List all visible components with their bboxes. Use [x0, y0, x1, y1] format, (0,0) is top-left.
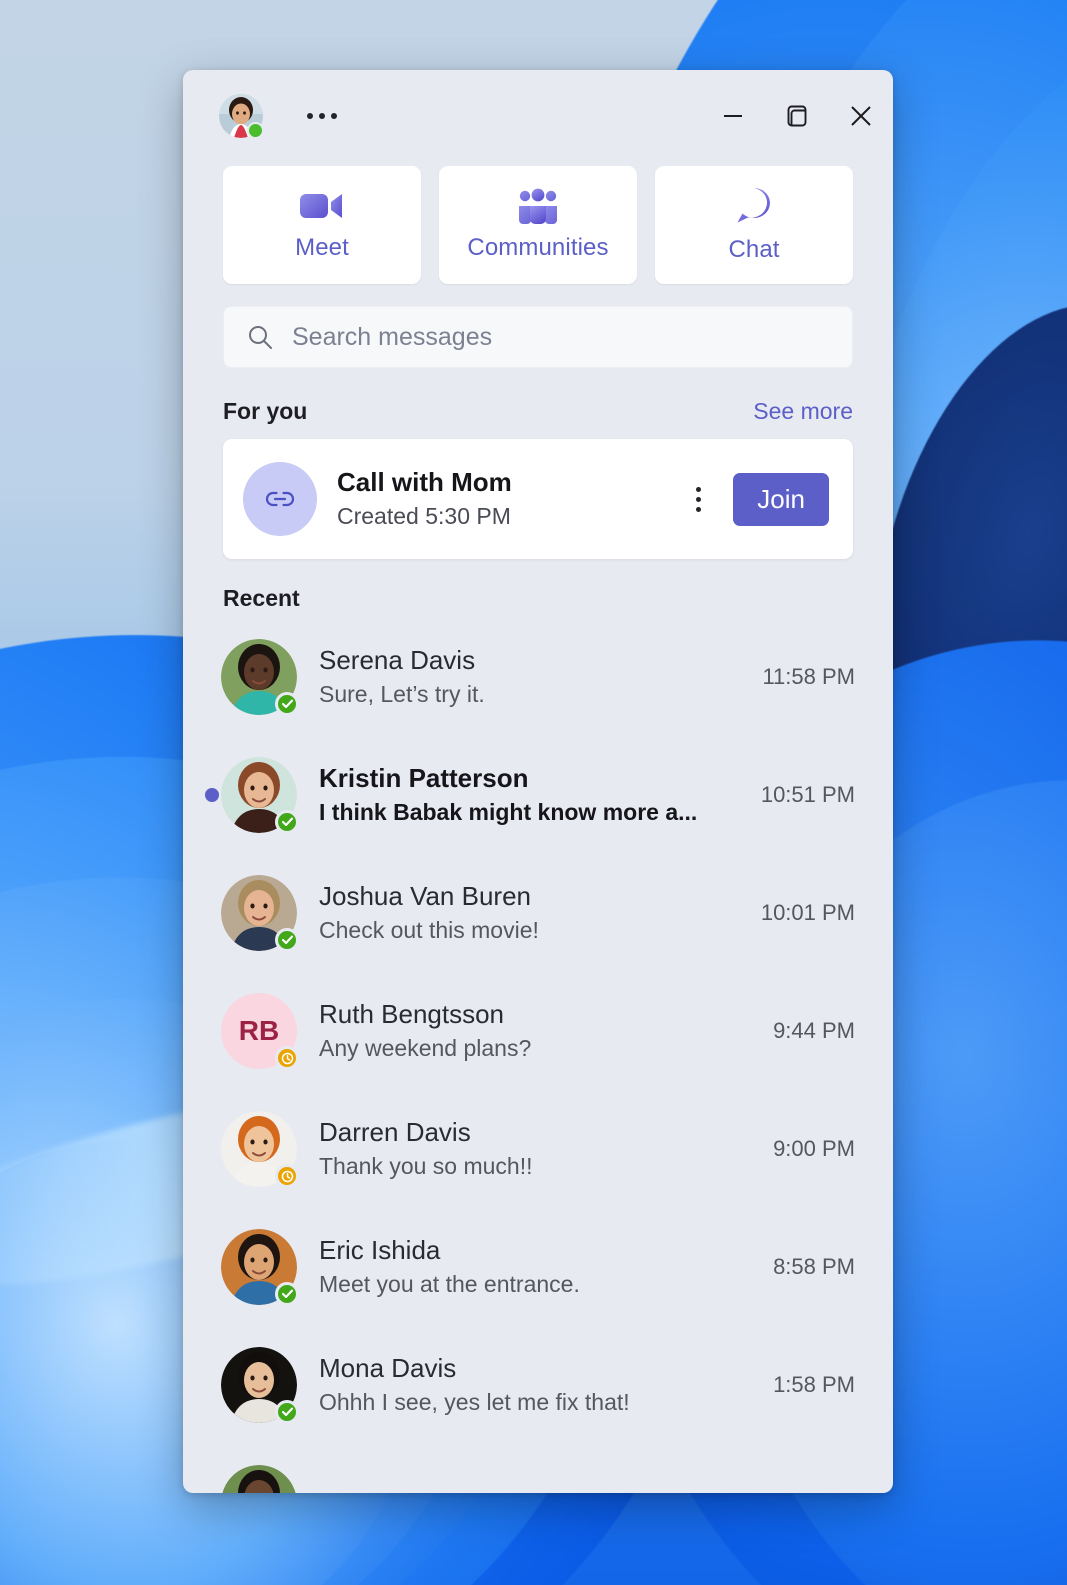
presence-badge-available [247, 122, 264, 139]
see-more-link[interactable]: See more [753, 398, 853, 425]
search-icon [246, 323, 274, 351]
chat-list-item[interactable]: Kristin Patterson I think Babak might kn… [203, 736, 873, 854]
avatar [221, 1347, 299, 1424]
meeting-text-block: Call with Mom Created 5:30 PM [337, 466, 664, 531]
avatar [221, 639, 299, 716]
chat-item-timestamp: 10:51 PM [760, 782, 855, 807]
chat-item-name: Darren Davis [319, 1117, 471, 1148]
recent-header: Recent [183, 559, 893, 618]
presence-badge-available [275, 692, 299, 716]
chat-item-text: Joshua Van Buren Check out this movie! [319, 880, 729, 945]
for-you-header: For you See more [183, 368, 893, 439]
primary-nav-tabs: Meet Communities Chat [183, 166, 893, 284]
presence-badge-available [275, 1400, 299, 1424]
meeting-card[interactable]: Call with Mom Created 5:30 PM Join [223, 439, 853, 559]
chat-list-item[interactable] [203, 1444, 873, 1493]
chat-item-text: Ruth Bengtsson Any weekend plans? [319, 998, 741, 1063]
dot [319, 113, 325, 119]
avatar [221, 875, 299, 952]
avatar [221, 1465, 297, 1493]
tab-meet[interactable]: Meet [223, 166, 421, 284]
presence-badge-available [275, 1282, 299, 1306]
tab-label: Chat [728, 236, 780, 263]
chat-item-name: Joshua Van Buren [319, 881, 531, 912]
restore-button[interactable] [765, 88, 829, 144]
chat-item-name: Ruth Bengtsson [319, 999, 505, 1030]
chat-item-text: Darren Davis Thank you so much!! [319, 1116, 741, 1181]
dot [696, 496, 702, 502]
people-group-icon [516, 188, 560, 224]
chat-item-timestamp: 11:58 PM [762, 664, 855, 689]
link-icon [243, 462, 317, 536]
meeting-title: Call with Mom [337, 467, 512, 498]
chat-item-preview: Sure, Let’s try it. [319, 680, 485, 707]
search-area: Search messages [183, 284, 893, 368]
chat-item-text: Kristin Patterson I think Babak might kn… [319, 762, 729, 827]
presence-badge-available [275, 810, 299, 834]
dot [696, 506, 702, 512]
avatar: RB [221, 993, 299, 1070]
tab-chat[interactable]: Chat [655, 166, 853, 284]
tab-communities[interactable]: Communities [439, 166, 637, 284]
chat-item-name: Kristin Patterson [319, 763, 529, 794]
chat-item-preview: Thank you so much!! [319, 1152, 533, 1179]
recent-title: Recent [223, 585, 300, 611]
chat-item-timestamp: 10:01 PM [760, 900, 855, 925]
dot [331, 113, 337, 119]
chat-list-item[interactable]: Mona Davis Ohhh I see, yes let me fix th… [203, 1326, 873, 1444]
chat-item-name: Mona Davis [319, 1353, 457, 1384]
chat-list-item[interactable]: RB Ruth Bengtsson Any weekend plans? 9:4… [203, 972, 873, 1090]
desktop-wallpaper: Meet Communities Chat Search messages Fo… [0, 0, 1067, 1585]
chat-list-item[interactable]: Serena Davis Sure, Let’s try it. 11:58 P… [203, 618, 873, 736]
avatar[interactable] [219, 94, 264, 139]
meeting-overflow-button[interactable] [684, 479, 713, 520]
presence-badge-away [275, 1046, 299, 1070]
chat-bubble-icon [733, 186, 775, 226]
minimize-button[interactable] [701, 88, 765, 144]
join-button[interactable]: Join [733, 472, 829, 526]
presence-badge-available [275, 928, 299, 952]
chat-item-preview: Ohhh I see, yes let me fix that! [319, 1388, 630, 1415]
chat-item-preview: Meet you at the entrance. [319, 1270, 580, 1297]
chat-app-window: Meet Communities Chat Search messages Fo… [183, 70, 893, 1493]
avatar-photo [221, 1465, 297, 1493]
chat-item-timestamp: 9:44 PM [773, 1018, 855, 1043]
tab-label: Meet [295, 234, 349, 261]
chat-item-name: Serena Davis [319, 645, 476, 676]
dot [307, 113, 313, 119]
chat-item-preview: Check out this movie! [319, 916, 539, 943]
chat-item-name: Eric Ishida [319, 1235, 441, 1266]
window-controls [701, 88, 893, 144]
chat-item-text: Serena Davis Sure, Let’s try it. [319, 644, 730, 709]
chat-list-item[interactable]: Joshua Van Buren Check out this movie! 1… [203, 854, 873, 972]
meeting-subtitle: Created 5:30 PM [337, 502, 511, 529]
titlebar-overflow-button[interactable] [299, 103, 345, 129]
for-you-section: Call with Mom Created 5:30 PM Join [183, 439, 893, 559]
chat-list-item[interactable]: Eric Ishida Meet you at the entrance. 8:… [203, 1208, 873, 1326]
avatar [221, 757, 299, 834]
video-camera-icon [298, 188, 346, 224]
chat-item-preview: Any weekend plans? [319, 1034, 532, 1061]
presence-badge-away [275, 1164, 299, 1188]
search-input[interactable]: Search messages [223, 306, 853, 368]
search-placeholder: Search messages [292, 322, 493, 351]
recent-chat-list[interactable]: Serena Davis Sure, Let’s try it. 11:58 P… [183, 618, 893, 1493]
chat-item-timestamp: 8:58 PM [773, 1254, 855, 1279]
chat-item-text: Eric Ishida Meet you at the entrance. [319, 1234, 741, 1299]
close-button[interactable] [829, 88, 893, 144]
chat-item-timestamp: 9:00 PM [773, 1136, 855, 1161]
chat-item-timestamp: 1:58 PM [773, 1372, 855, 1397]
avatar [221, 1111, 299, 1188]
unread-indicator [205, 788, 219, 802]
chat-item-text: Mona Davis Ohhh I see, yes let me fix th… [319, 1352, 741, 1417]
tab-label: Communities [467, 234, 609, 261]
avatar [221, 1229, 299, 1306]
chat-list-item[interactable]: Darren Davis Thank you so much!! 9:00 PM [203, 1090, 873, 1208]
for-you-title: For you [223, 398, 308, 424]
window-titlebar [183, 70, 893, 162]
dot [696, 486, 702, 492]
chat-item-preview: I think Babak might know more a... [319, 798, 698, 825]
